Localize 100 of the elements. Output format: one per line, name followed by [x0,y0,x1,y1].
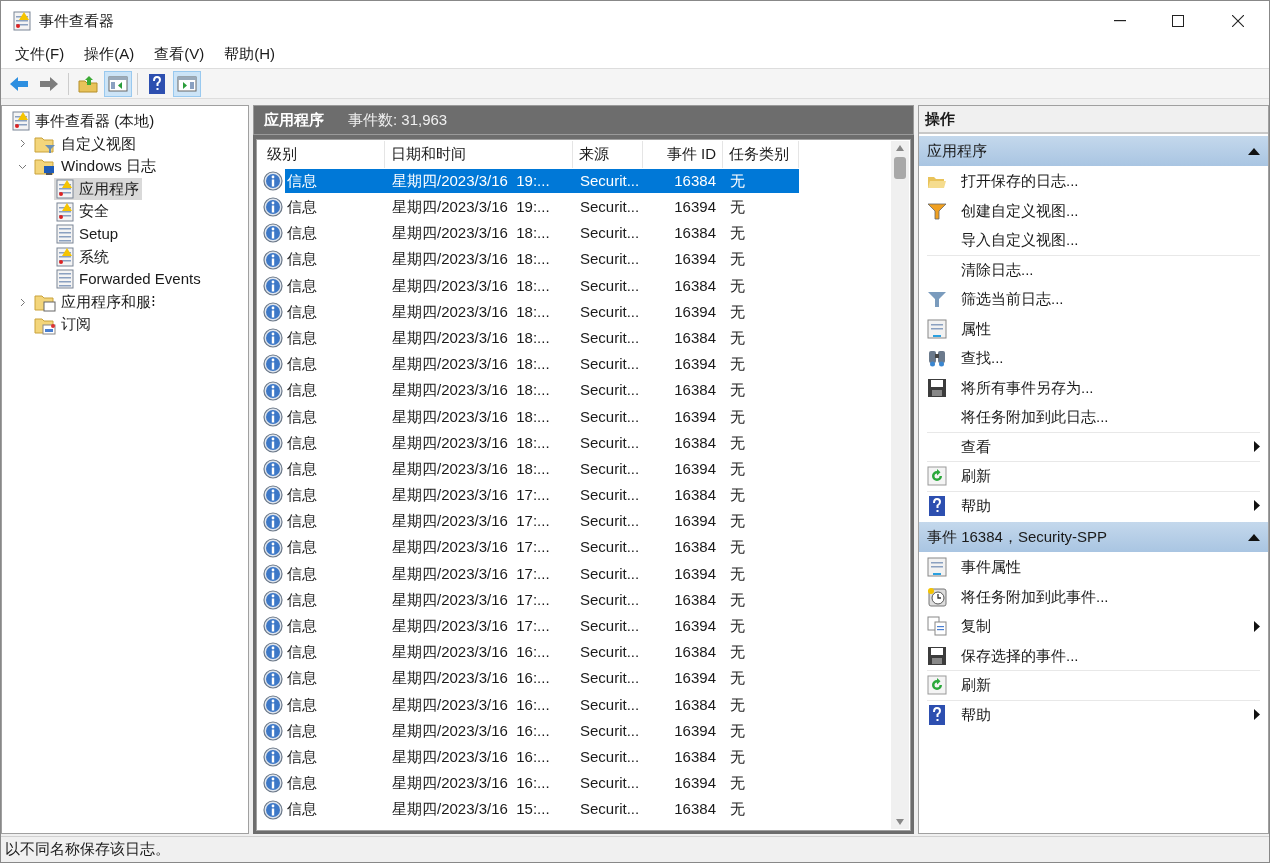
table-row[interactable]: 信息 星期四/2023/3/16 18:... Securit... 16394 无 [285,457,799,482]
funnel-icon [927,289,947,310]
action-item[interactable]: 查看 [927,431,1260,461]
scroll-thumb[interactable] [894,157,906,179]
table-cell-text: 信息 [286,589,318,610]
section-header[interactable]: 事件 16384，Security-SPP [919,522,1268,552]
menu-item[interactable]: 帮助(H) [216,43,283,66]
table-row[interactable]: 信息 星期四/2023/3/16 19:... Securit... 16394 无 [285,195,799,220]
info-icon [263,406,283,427]
table-row[interactable]: 信息 星期四/2023/3/16 18:... Securit... 16384 无 [285,326,799,351]
action-item[interactable]: 将所有事件另存为... [927,372,1260,402]
column-header[interactable]: 任务类别 [723,141,799,168]
table-cell-text: Securit... [579,746,641,767]
table-row[interactable]: 信息 星期四/2023/3/16 18:... Securit... 16384 无 [285,273,799,298]
table-cell-text: 16384 [673,537,717,558]
tree-item[interactable]: 事件查看器 (本地) [10,110,158,133]
tree-item[interactable]: Setup [54,223,122,246]
action-item[interactable]: 刷新 [927,670,1260,700]
table-cell-text: 无 [729,720,746,741]
table-cell-text: 信息 [286,170,318,191]
table-cell-text: 信息 [286,354,318,375]
table-row[interactable]: 信息 星期四/2023/3/16 15:... Securit... 16384 无 [285,797,799,822]
action-item[interactable]: 筛选当前日志... [927,284,1260,314]
table-row[interactable]: 信息 星期四/2023/3/16 16:... Securit... 16394 无 [285,719,799,744]
refresh-icon [927,675,947,696]
action-item[interactable]: 刷新 [927,461,1260,491]
table-cell-text: 无 [729,170,746,191]
action-item[interactable]: 保存选择的事件... [927,640,1260,670]
help-icon [927,704,947,725]
table-row[interactable]: 信息 星期四/2023/3/16 17:... Securit... 16384 无 [285,535,799,560]
scrollbar[interactable] [891,141,909,829]
action-item[interactable]: 将任务附加到此日志... [927,402,1260,432]
action-item[interactable]: 帮助 [927,490,1260,520]
tree-item[interactable]: 应用程序 [54,177,142,201]
scroll-down-icon[interactable] [896,819,904,825]
menu-item[interactable]: 操作(A) [76,43,143,66]
tree-item[interactable]: 应用程序和服⁝ [32,290,159,314]
log-icon [56,246,74,267]
table-row[interactable]: 信息 星期四/2023/3/16 17:... Securit... 16394 无 [285,561,799,586]
table-cell-text: 无 [729,275,746,296]
action-item[interactable]: 事件属性 [927,552,1260,582]
table-cell-text: 无 [729,511,746,532]
action-item[interactable]: 清除日志... [927,254,1260,284]
table-row[interactable]: 信息 星期四/2023/3/16 18:... Securit... 16394 无 [285,352,799,377]
table-row[interactable]: 信息 星期四/2023/3/16 18:... Securit... 16394 无 [285,247,799,272]
tree-item[interactable]: 系统 [54,245,112,269]
info-icon [263,747,283,768]
column-header[interactable]: 级别 [261,141,385,168]
info-icon [263,511,283,532]
column-header[interactable]: 日期和时间 [385,141,573,168]
table-cell-text: 信息 [286,616,318,637]
scroll-up-icon[interactable] [896,145,904,151]
table-cell-text: 无 [729,799,746,820]
action-item[interactable]: 属性 [927,313,1260,343]
table-row[interactable]: 信息 星期四/2023/3/16 16:... Securit... 16394 无 [285,666,799,691]
table-row[interactable]: 信息 星期四/2023/3/16 18:... Securit... 16394 无 [285,300,799,325]
table-cell-text: Securit... [579,301,641,322]
table-cell-text: 星期四/2023/3/16 18:... [391,249,551,270]
table-row[interactable]: 信息 星期四/2023/3/16 19:... Securit... 16384 无 [285,169,799,194]
action-item[interactable]: 导入自定义视图... [927,225,1260,255]
table-row[interactable]: 信息 星期四/2023/3/16 17:... Securit... 16384 无 [285,588,799,613]
maximize-icon [1172,15,1184,27]
action-item[interactable]: 帮助 [927,699,1260,729]
funnel-icon [927,200,947,221]
table-cell-text: 16384 [673,275,717,296]
tree-item[interactable]: 安全 [54,200,112,223]
table-row[interactable]: 信息 星期四/2023/3/16 17:... Securit... 16394 无 [285,509,799,534]
table-row[interactable]: 信息 星期四/2023/3/16 18:... Securit... 16384 无 [285,378,799,403]
table-cell-text: Securit... [579,485,641,506]
info-icon [263,563,283,584]
table-row[interactable]: 信息 星期四/2023/3/16 18:... Securit... 16384 无 [285,430,799,455]
table-row[interactable]: 信息 星期四/2023/3/16 16:... Securit... 16394 无 [285,771,799,796]
table-cell-text: 无 [729,589,746,610]
table-row[interactable]: 信息 星期四/2023/3/16 18:... Securit... 16384 无 [285,221,799,246]
table-row[interactable]: 信息 星期四/2023/3/16 16:... Securit... 16384 无 [285,745,799,770]
table-cell-text: 星期四/2023/3/16 16:... [391,642,551,663]
table-row[interactable]: 信息 星期四/2023/3/16 17:... Securit... 16384 无 [285,483,799,508]
action-item[interactable]: 创建自定义视图... [927,195,1260,225]
column-header[interactable]: 事件 ID [643,141,723,168]
tree-item[interactable]: Forwarded Events [54,268,204,291]
table-cell-text: 16394 [673,458,717,479]
tree-item[interactable]: 订阅 [32,313,94,336]
column-header[interactable]: 来源 [573,141,643,168]
action-item[interactable]: 查找... [927,343,1260,373]
table-row[interactable]: 信息 星期四/2023/3/16 18:... Securit... 16394 无 [285,404,799,429]
action-item[interactable]: 打开保存的日志... [927,166,1260,196]
menu-item[interactable]: 查看(V) [146,43,213,66]
window-title: 事件查看器 [39,10,114,31]
action-item[interactable]: 将任务附加到此事件... [927,581,1260,611]
table-row[interactable]: 信息 星期四/2023/3/16 17:... Securit... 16394 无 [285,614,799,639]
menu-item[interactable]: 文件(F) [7,43,73,66]
tree-item[interactable]: Windows 日志 [32,155,160,178]
minimize-icon [1114,20,1126,22]
table-row[interactable]: 信息 星期四/2023/3/16 16:... Securit... 16384 无 [285,692,799,717]
tree-item[interactable]: 自定义视图 [32,132,139,156]
table-row[interactable]: 信息 星期四/2023/3/16 16:... Securit... 16384 无 [285,640,799,665]
section-header[interactable]: 应用程序 [919,136,1268,166]
action-item[interactable]: 复制 [927,611,1260,641]
properties-icon [927,318,947,339]
info-icon [263,590,283,611]
